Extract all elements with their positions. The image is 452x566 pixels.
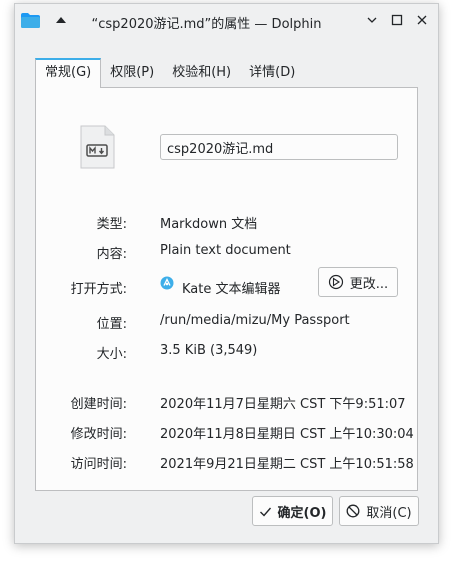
open-with-label: 打开方式: xyxy=(70,282,127,297)
location-value: /run/media/mizu/My Passport xyxy=(160,313,350,328)
cancel-button[interactable]: 取消(C) xyxy=(339,496,419,526)
modified-value: 2020年11月8日星期日 CST 上午10:30:04 xyxy=(160,427,414,442)
minimize-icon[interactable] xyxy=(365,13,379,27)
filename-input[interactable] xyxy=(160,134,398,160)
ok-button[interactable]: 确定(O) xyxy=(252,496,333,526)
open-with-value: Kate 文本编辑器 xyxy=(182,282,281,297)
created-label: 创建时间: xyxy=(70,397,127,412)
size-label: 大小: xyxy=(96,347,127,362)
window-title: “csp2020游记.md”的属性 — Dolphin xyxy=(91,17,322,32)
tab-bar: 常规(G) 权限(P) 校验和(H) 详情(D) xyxy=(35,58,304,88)
checkmark-icon xyxy=(259,507,271,517)
kate-icon xyxy=(160,276,174,290)
change-button[interactable]: 更改... xyxy=(318,267,398,297)
properties-dialog: “csp2020游记.md”的属性 — Dolphin 常规(G) 权限(P) … xyxy=(14,3,439,544)
folder-icon[interactable] xyxy=(21,13,40,28)
general-panel: 类型: Markdown 文档 内容: Plain text document … xyxy=(35,87,418,491)
keep-above-icon[interactable] xyxy=(55,14,67,26)
tab-general[interactable]: 常规(G) xyxy=(35,58,102,88)
tab-permissions[interactable]: 权限(P) xyxy=(101,59,163,87)
modified-label: 修改时间: xyxy=(70,427,127,442)
tab-checksums[interactable]: 校验和(H) xyxy=(163,59,240,87)
type-value: Markdown 文档 xyxy=(160,217,258,232)
type-label: 类型: xyxy=(96,217,127,232)
markdown-file-icon xyxy=(80,125,115,169)
location-label: 位置: xyxy=(96,317,127,332)
cancel-button-label: 取消(C) xyxy=(366,505,412,521)
content-value: Plain text document xyxy=(160,243,291,258)
close-icon[interactable] xyxy=(415,13,429,27)
accessed-value: 2021年9月21日星期二 CST 上午10:51:58 xyxy=(160,457,414,472)
change-button-label: 更改... xyxy=(349,276,389,292)
tab-details[interactable]: 详情(D) xyxy=(240,59,304,87)
content-label: 内容: xyxy=(96,247,127,262)
ok-button-label: 确定(O) xyxy=(277,505,327,521)
maximize-icon[interactable] xyxy=(390,13,404,27)
size-value: 3.5 KiB (3,549) xyxy=(160,343,258,358)
configure-icon xyxy=(328,274,343,290)
cancel-icon xyxy=(346,504,360,518)
accessed-label: 访问时间: xyxy=(70,457,127,472)
title-bar[interactable]: “csp2020游记.md”的属性 — Dolphin xyxy=(15,4,438,38)
created-value: 2020年11月7日星期六 CST 下午9:51:07 xyxy=(160,397,406,412)
